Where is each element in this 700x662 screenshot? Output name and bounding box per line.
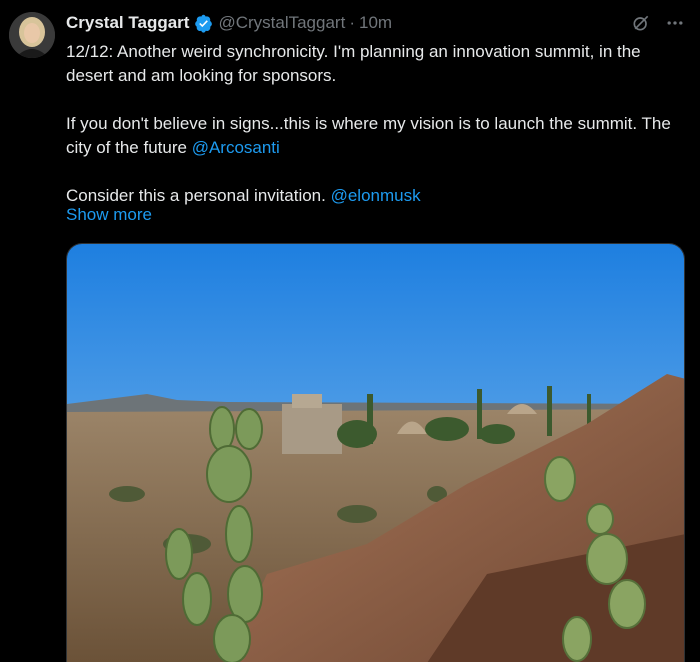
tweet-image[interactable] <box>66 243 685 662</box>
mention-arcosanti[interactable]: @Arcosanti <box>192 138 280 157</box>
avatar[interactable] <box>9 12 55 58</box>
more-icon[interactable] <box>664 12 686 34</box>
tweet-paragraph-2: If you don't believe in signs...this is … <box>66 114 676 157</box>
tweet-paragraph-1: 12/12: Another weird synchronicity. I'm … <box>66 42 646 85</box>
author-handle[interactable]: @CrystalTaggart <box>218 13 345 33</box>
tweet-text: 12/12: Another weird synchronicity. I'm … <box>66 40 691 208</box>
grok-icon[interactable] <box>630 12 652 34</box>
mention-elonmusk[interactable]: @elonmusk <box>331 186 421 205</box>
verified-badge-icon <box>194 14 213 33</box>
tweet[interactable]: Crystal Taggart @CrystalTaggart · 10m 12… <box>0 0 700 662</box>
tweet-header: Crystal Taggart @CrystalTaggart · 10m <box>66 11 686 35</box>
timestamp[interactable]: 10m <box>359 13 392 33</box>
tweet-paragraph-3: Consider this a personal invitation. <box>66 186 331 205</box>
separator-dot: · <box>349 13 355 32</box>
author-name[interactable]: Crystal Taggart <box>66 13 189 33</box>
header-actions <box>630 11 686 35</box>
show-more-link[interactable]: Show more <box>66 205 152 225</box>
